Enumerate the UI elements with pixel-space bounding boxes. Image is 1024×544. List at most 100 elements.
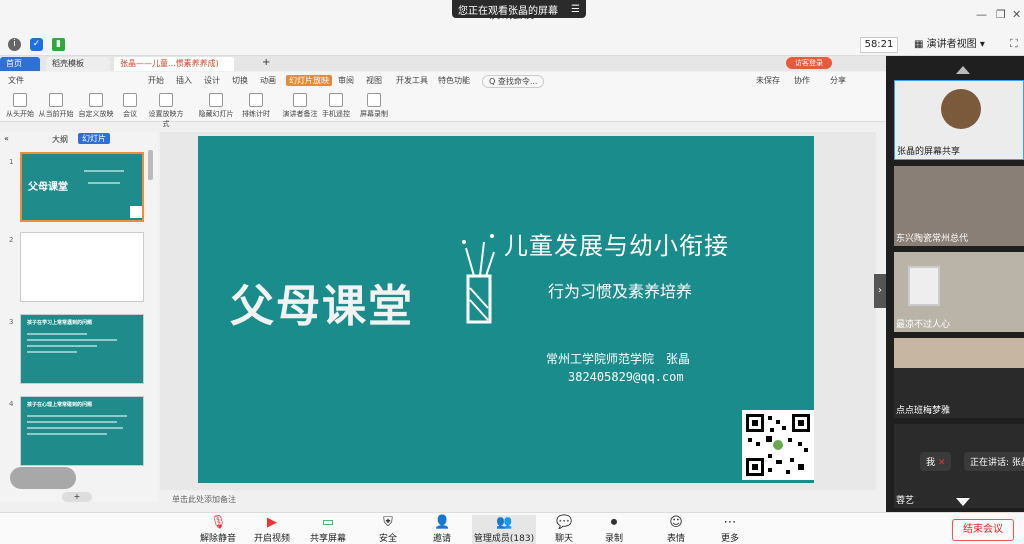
add-tab-icon[interactable]: +	[262, 57, 270, 68]
menu-features[interactable]: 特色功能	[438, 75, 470, 86]
view-mode-select[interactable]: ▦ 演讲者视图 ▾	[914, 37, 1000, 53]
thumb-title: 父母课堂	[28, 182, 68, 193]
current-slide[interactable]: 儿童发展与幼小衔接 行为习惯及素养培养 父母课堂 常州工学院师范学院 张晶 38…	[198, 136, 814, 483]
thumb-number: 1	[9, 158, 14, 166]
view-grid-icon: ▦	[914, 39, 927, 50]
ppt-menu-bar: 文件 开始 插入 设计 切换 动画 幻灯片放映 审阅 视图 开发工具 特色功能 …	[0, 72, 886, 90]
scroll-down-icon[interactable]	[956, 498, 970, 506]
pane-tabs: « 大纲 幻灯片	[0, 132, 158, 146]
shared-screen-presentation: 首页 稻壳模板 张晶——儿童...惯素养养成) + 访客登录 文件 开始 插入 …	[0, 56, 886, 512]
collapse-sidebar-icon[interactable]: ›	[874, 274, 886, 308]
meeting-info-bar: i ✓ ▮ 58:21 ▦ 演讲者视图 ▾ ⛶	[0, 34, 1024, 56]
pane-scrollbar[interactable]	[148, 150, 153, 180]
now-speaking-indicator: 正在讲话: 张晶	[964, 452, 1024, 471]
signal-icon[interactable]: ▮	[52, 38, 65, 51]
record-button[interactable]: ⏺ 录制	[590, 515, 638, 544]
meeting-title-bar: 腾讯会议 您正在观看张晶的屏幕 ☰ — ❐ ✕	[0, 0, 1024, 34]
app-root: 腾讯会议 您正在观看张晶的屏幕 ☰ — ❐ ✕ i ✓ ▮ 58:21 ▦ 演讲…	[0, 0, 1024, 544]
menu-slideshow[interactable]: 幻灯片放映	[286, 75, 332, 86]
ribbon-hide-slide[interactable]: 隐藏幻灯片	[196, 93, 236, 119]
chat-button[interactable]: 💬 聊天	[540, 515, 588, 544]
share-button[interactable]: 分享	[830, 75, 846, 86]
menu-view[interactable]: 视图	[366, 75, 382, 86]
ribbon-speaker-notes[interactable]: 演讲者备注	[280, 93, 320, 119]
ribbon-meeting[interactable]: 会议	[110, 93, 150, 119]
emoji-icon: ☺	[669, 515, 683, 530]
slide-main-title: 儿童发展与幼小衔接	[504, 232, 729, 260]
participant-video-sidebar: 张晶的屏幕共享 东兴陶瓷常州总代 最凉不过人心 点点班梅梦雅 蓉艺 ›	[874, 56, 1024, 512]
slide-thumbnail-4[interactable]: 孩子在心理上常常碰到的问题	[20, 396, 144, 466]
shield-icon: ⛨	[383, 515, 393, 530]
menu-insert[interactable]: 插入	[176, 75, 192, 86]
minimize-icon[interactable]: —	[976, 8, 987, 21]
pencil-cup-icon	[462, 234, 495, 324]
visitor-login-badge[interactable]: 访客登录	[786, 57, 832, 69]
info-icon[interactable]: i	[8, 38, 21, 51]
start-video-button[interactable]: ▶ 开启视频	[248, 515, 296, 544]
ribbon-from-start[interactable]: 从头开始	[0, 93, 40, 119]
camera-off-icon: ▶	[267, 515, 277, 530]
participant-name: 张晶的屏幕共享	[897, 147, 961, 157]
tab-outline[interactable]: 大纲	[52, 134, 68, 145]
fullscreen-icon[interactable]: ⛶	[1010, 37, 1018, 51]
mic-muted-icon: 🎙	[210, 515, 227, 530]
unmute-button[interactable]: 🎙 解除静音	[194, 515, 242, 544]
collaborate-button[interactable]: 协作	[794, 75, 810, 86]
menu-transition[interactable]: 切换	[232, 75, 248, 86]
tab-home[interactable]: 首页	[0, 57, 40, 71]
shield-icon[interactable]: ✓	[30, 38, 43, 51]
invite-button[interactable]: 👤 邀请	[418, 515, 466, 544]
ribbon-rehearse[interactable]: 排练计时	[236, 93, 276, 119]
slide-thumbnail-1[interactable]: 父母课堂	[20, 152, 144, 222]
view-mode-label: 演讲者视图	[926, 39, 977, 50]
scroll-up-icon[interactable]	[956, 66, 970, 74]
slide-thumbnail-2[interactable]	[20, 232, 144, 302]
thumb-toolbar[interactable]	[10, 467, 76, 489]
thumb-number: 3	[9, 318, 14, 326]
search-command[interactable]: Q 查找命令...	[482, 75, 545, 88]
ribbon-show-settings[interactable]: 设置放映方式	[146, 93, 186, 129]
mic-muted-icon: ✕	[937, 458, 946, 468]
tab-slides[interactable]: 幻灯片	[78, 133, 110, 144]
security-button[interactable]: ⛨ 安全	[364, 515, 412, 544]
ribbon-screen-record[interactable]: 屏幕录制	[354, 93, 394, 119]
video-tile-1[interactable]: 张晶的屏幕共享	[894, 80, 1024, 160]
end-meeting-button[interactable]: 结束会议	[952, 519, 1014, 541]
participant-name: 最凉不过人心	[896, 320, 951, 330]
manage-members-button[interactable]: 👥 管理成员(183)	[472, 515, 536, 544]
slide-email: 382405829@qq.com	[568, 370, 684, 384]
slide-thumbnail-3[interactable]: 孩子在学习上常常遇到的问题	[20, 314, 144, 384]
menu-start[interactable]: 开始	[148, 75, 164, 86]
slide-author: 常州工学院师范学院 张晶	[546, 352, 691, 366]
restore-icon[interactable]: ❐	[996, 8, 1006, 21]
ppt-ribbon: 从头开始 从当前开始 自定义放映 会议 设置放映方式 隐藏幻灯片 排练计时 演讲…	[0, 90, 886, 128]
video-tile-4[interactable]: 点点班梅梦雅	[894, 338, 1024, 418]
participant-name: 点点班梅梦雅	[896, 406, 951, 416]
video-tile-2[interactable]: 东兴陶瓷常州总代	[894, 166, 1024, 246]
share-screen-button[interactable]: ▭ 共享屏幕	[304, 515, 352, 544]
viewing-banner-text: 您正在观看张晶的屏幕	[458, 5, 558, 17]
tab-document[interactable]: 张晶——儿童...惯素养养成)	[114, 57, 234, 71]
ribbon-from-current[interactable]: 从当前开始	[36, 93, 76, 119]
ribbon-phone-remote[interactable]: 手机遥控	[316, 93, 356, 119]
menu-animation[interactable]: 动画	[260, 75, 276, 86]
menu-icon[interactable]: ☰	[571, 4, 580, 15]
video-tile-3[interactable]: 最凉不过人心	[894, 252, 1024, 332]
more-icon: ⋯	[723, 515, 737, 530]
more-button[interactable]: ⋯ 更多	[706, 515, 754, 544]
menu-dev-tools[interactable]: 开发工具	[396, 75, 428, 86]
notes-field[interactable]: 单击此处添加备注	[160, 494, 876, 508]
add-slide-button[interactable]: +	[62, 492, 92, 502]
emoji-button[interactable]: ☺ 表情	[652, 515, 700, 544]
menu-design[interactable]: 设计	[204, 75, 220, 86]
menu-review[interactable]: 审阅	[338, 75, 354, 86]
close-icon[interactable]: ✕	[1012, 8, 1021, 21]
viewing-banner[interactable]: 您正在观看张晶的屏幕 ☰	[452, 0, 586, 18]
collapse-pane-icon[interactable]: «	[4, 134, 9, 143]
chevron-down-icon: ▾	[979, 39, 985, 50]
slide-canvas: 儿童发展与幼小衔接 行为习惯及素养培养 父母课堂 常州工学院师范学院 张晶 38…	[160, 132, 876, 490]
share-screen-icon: ▭	[321, 515, 335, 530]
add-user-icon: 👤	[434, 515, 451, 530]
tab-template[interactable]: 稻壳模板	[46, 57, 110, 71]
menu-file[interactable]: 文件	[8, 75, 24, 86]
